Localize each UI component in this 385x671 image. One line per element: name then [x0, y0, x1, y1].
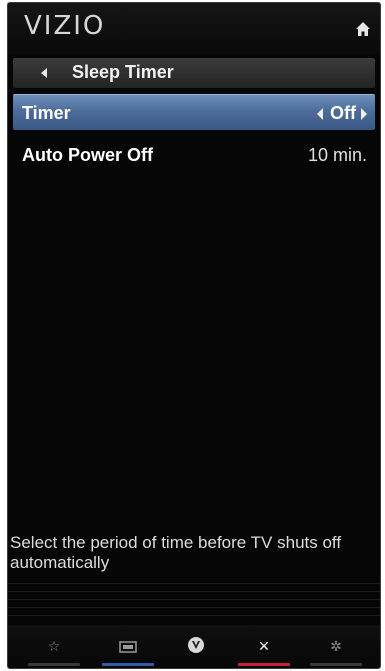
close-button[interactable]: ✕ [234, 625, 294, 668]
menu-item-value: 10 min. [307, 145, 367, 165]
menu-item-auto-power-off[interactable]: Auto Power Off 10 min. [13, 137, 375, 173]
settings-button[interactable]: ✲ [306, 625, 366, 668]
vizio-button[interactable] [166, 625, 226, 668]
underline [310, 663, 362, 666]
menu-item-timer[interactable]: Timer Off [13, 94, 375, 130]
input-button[interactable] [98, 625, 158, 668]
bottom-bar: ☆ ✕ ✲ [8, 625, 380, 668]
favorites-button[interactable]: ☆ [24, 625, 84, 668]
underline [102, 663, 154, 666]
header: VIZIO [8, 3, 380, 55]
vizio-v-icon [188, 637, 204, 653]
chevron-right-icon[interactable] [361, 107, 367, 120]
gear-icon: ✲ [330, 639, 342, 655]
help-text: Select the period of time before TV shut… [10, 533, 342, 572]
underline [28, 663, 80, 666]
menu-item-label: Auto Power Off [22, 145, 153, 165]
timer-value: Off [330, 103, 356, 123]
divider [8, 583, 380, 623]
underline [238, 663, 290, 666]
input-icon [119, 641, 137, 653]
page-title: Sleep Timer [72, 62, 174, 82]
back-arrow-icon[interactable] [41, 68, 47, 78]
tv-menu-panel: VIZIO Sleep Timer Timer Off Auto Power O… [7, 2, 381, 669]
star-icon: ☆ [47, 639, 61, 655]
menu-item-value[interactable]: Off [317, 103, 367, 124]
menu-item-label: Timer [22, 103, 71, 123]
breadcrumb: Sleep Timer [13, 58, 375, 88]
home-icon[interactable] [355, 21, 371, 37]
close-icon: ✕ [258, 639, 270, 655]
vizio-logo: VIZIO [24, 11, 106, 41]
chevron-left-icon[interactable] [317, 107, 323, 120]
